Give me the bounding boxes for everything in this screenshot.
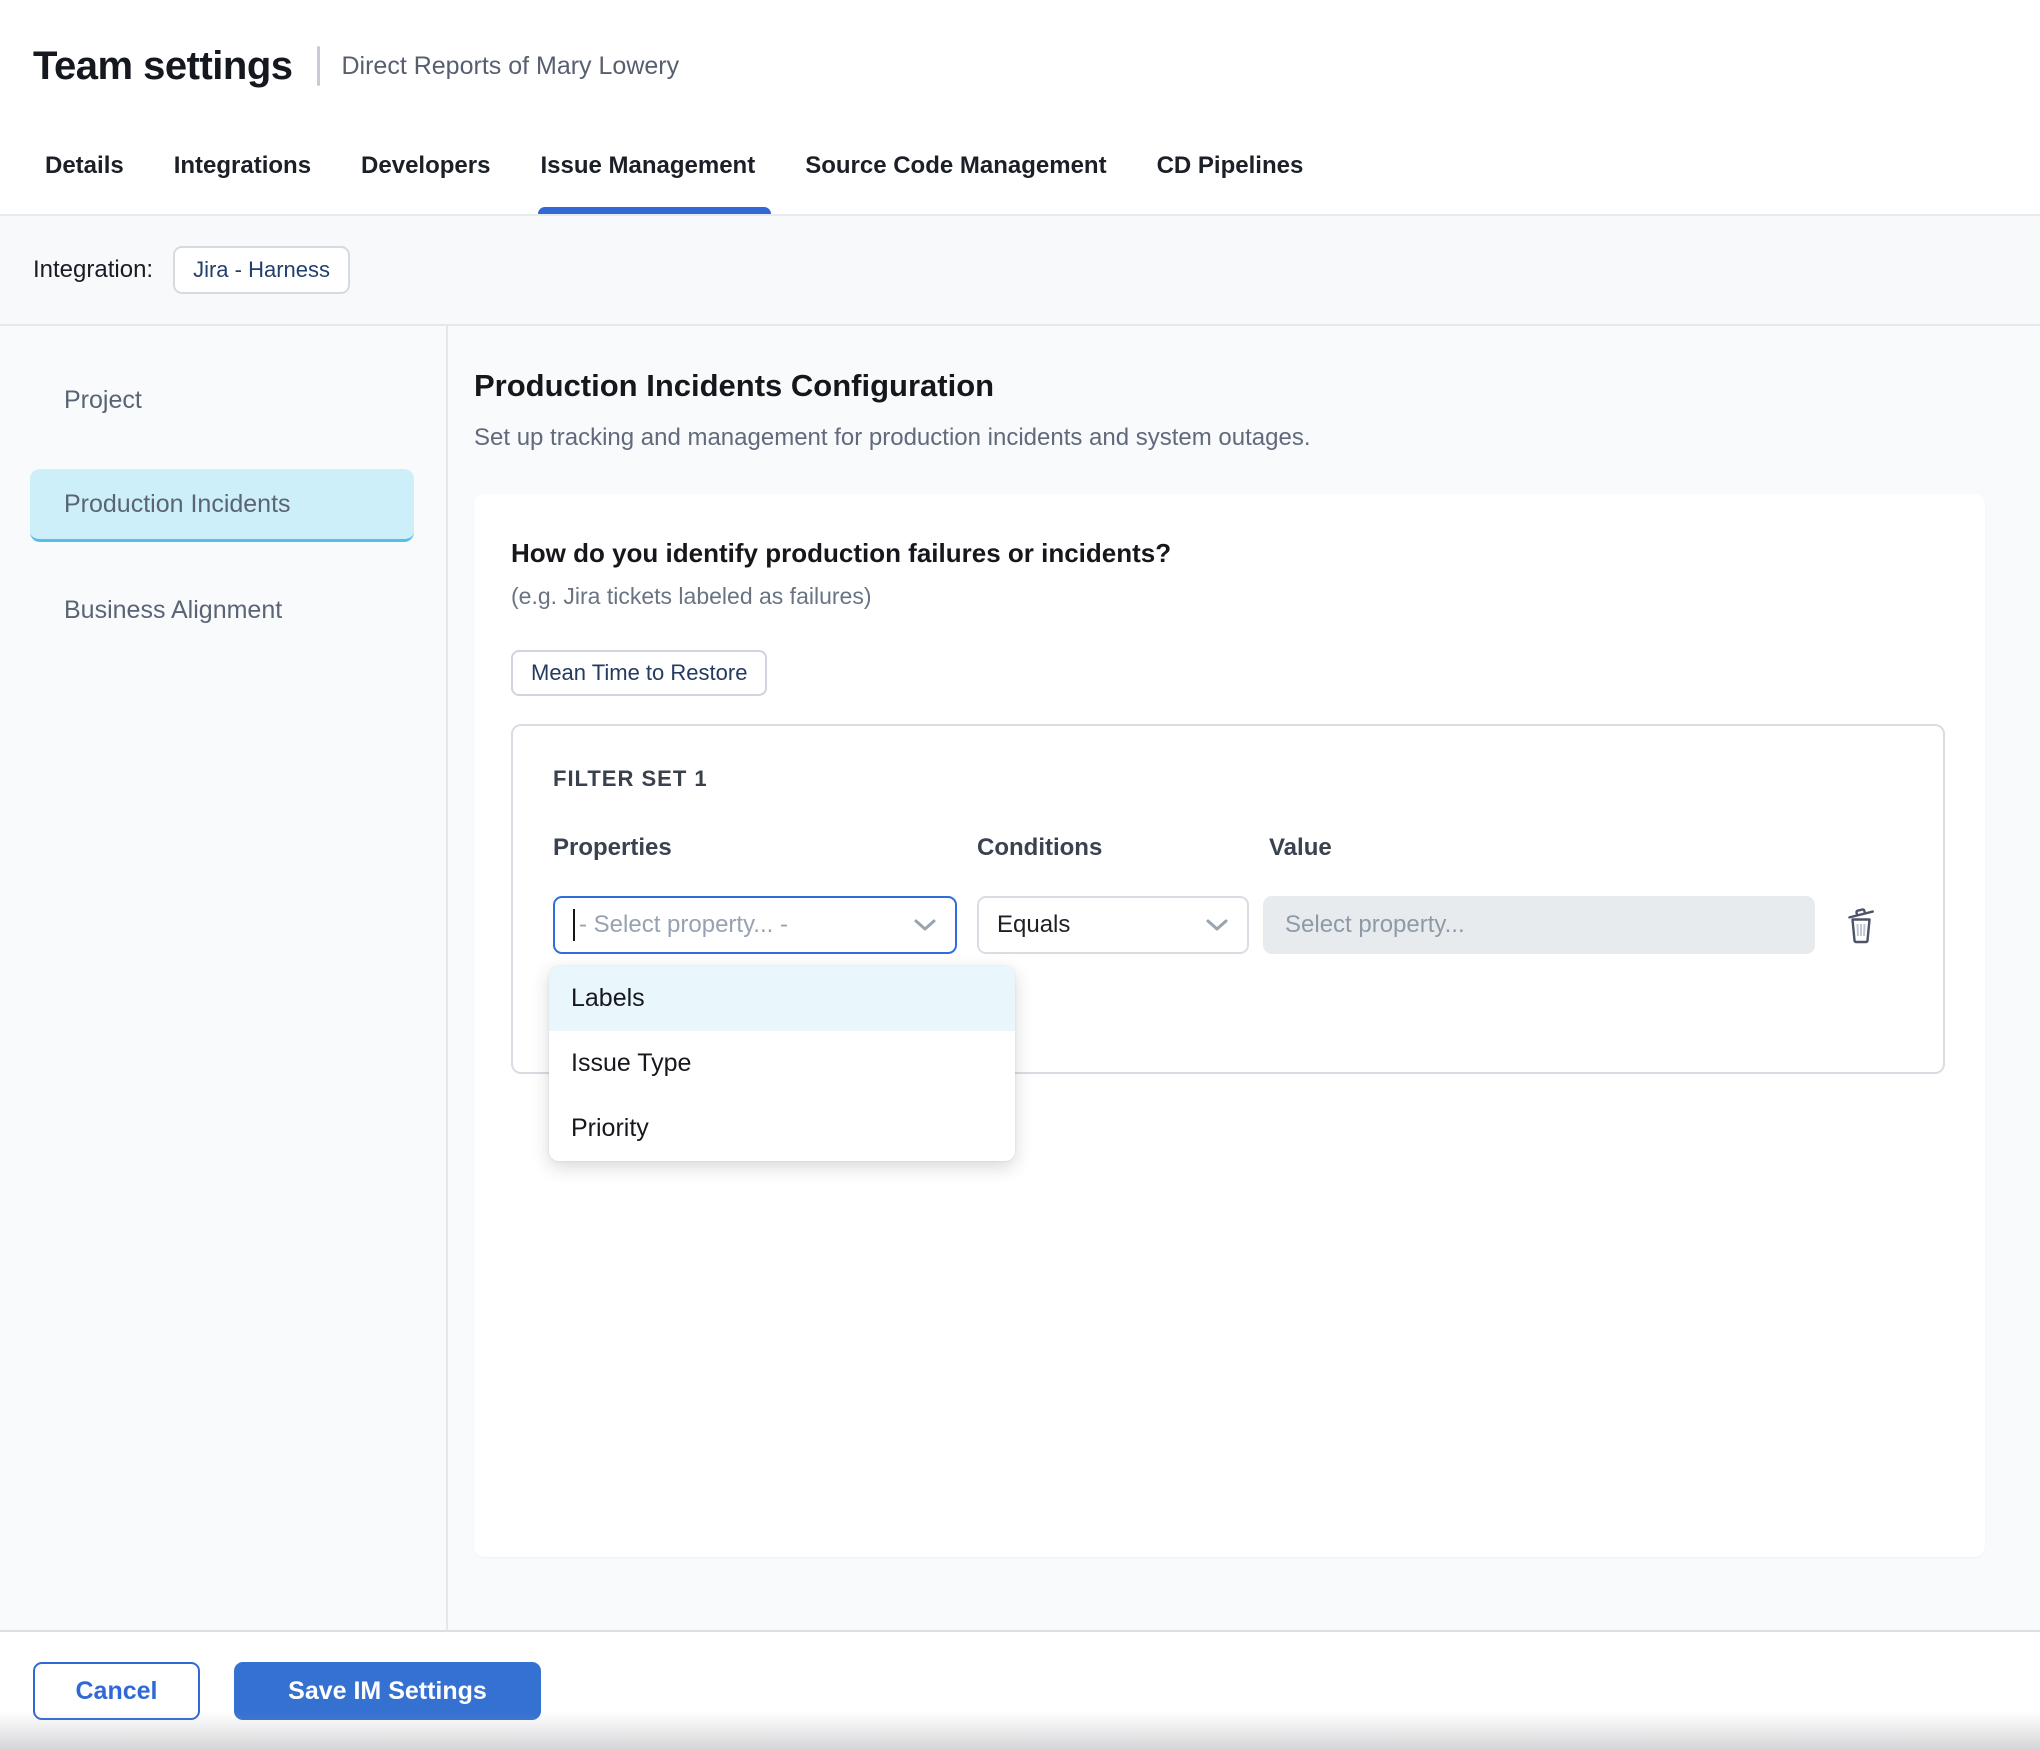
property-select-placeholder: - Select property... - xyxy=(579,911,788,939)
filter-set-card: FILTER SET 1 Properties - Select propert… xyxy=(511,724,1945,1074)
tab-details[interactable]: Details xyxy=(45,118,124,214)
tab-cd-pipelines[interactable]: CD Pipelines xyxy=(1157,118,1304,214)
conditions-column-label: Conditions xyxy=(977,834,1249,862)
value-input[interactable]: Select property... xyxy=(1263,896,1815,954)
sidebar-item-production-incidents[interactable]: Production Incidents xyxy=(30,469,414,542)
integration-badge[interactable]: Jira - Harness xyxy=(173,246,350,294)
sidebar-item-label: Project xyxy=(64,386,142,415)
integration-label: Integration: xyxy=(33,256,153,284)
value-column: Value Select property... xyxy=(1269,834,1815,954)
tab-integrations[interactable]: Integrations xyxy=(174,118,311,214)
condition-select-value: Equals xyxy=(997,911,1070,939)
title-divider xyxy=(317,46,320,86)
question-hint: (e.g. Jira tickets labeled as failures) xyxy=(511,583,1945,610)
content-body: Project Production Incidents Business Al… xyxy=(0,326,2040,1630)
config-card: How do you identify production failures … xyxy=(474,494,1985,1557)
dropdown-option-issue-type[interactable]: Issue Type xyxy=(549,1031,1015,1096)
page-header: Team settings Direct Reports of Mary Low… xyxy=(0,0,2040,118)
conditions-column: Conditions Equals xyxy=(977,834,1249,954)
properties-column-label: Properties xyxy=(553,834,957,862)
save-im-settings-button[interactable]: Save IM Settings xyxy=(234,1662,541,1720)
trash-icon xyxy=(1843,905,1879,945)
section-title: Production Incidents Configuration xyxy=(474,368,1985,404)
filter-row: Properties - Select property... - xyxy=(553,834,1903,954)
value-input-placeholder: Select property... xyxy=(1285,911,1465,939)
property-select[interactable]: - Select property... - xyxy=(553,896,957,954)
sidebar: Project Production Incidents Business Al… xyxy=(0,326,446,1630)
section-subtitle: Set up tracking and management for produ… xyxy=(474,424,1985,452)
tab-source-code-management[interactable]: Source Code Management xyxy=(805,118,1106,214)
sidebar-item-project[interactable]: Project xyxy=(30,364,414,437)
page-subtitle: Direct Reports of Mary Lowery xyxy=(342,52,680,81)
value-column-label: Value xyxy=(1269,834,1815,862)
question-title: How do you identify production failures … xyxy=(511,538,1945,569)
dropdown-option-labels[interactable]: Labels xyxy=(549,966,1015,1031)
footer-bar: Cancel Save IM Settings xyxy=(0,1630,2040,1750)
properties-column: Properties - Select property... - xyxy=(553,834,957,954)
delete-filter-button[interactable] xyxy=(1843,896,1879,954)
tab-developers[interactable]: Developers xyxy=(361,118,490,214)
text-caret xyxy=(573,909,575,941)
tab-bar: Details Integrations Developers Issue Ma… xyxy=(0,118,2040,216)
dropdown-option-priority[interactable]: Priority xyxy=(549,1096,1015,1161)
mean-time-to-restore-chip[interactable]: Mean Time to Restore xyxy=(511,650,767,696)
integration-bar: Integration: Jira - Harness xyxy=(0,216,2040,326)
filter-set-title: FILTER SET 1 xyxy=(553,766,1903,792)
property-dropdown: Labels Issue Type Priority xyxy=(549,966,1015,1161)
sidebar-item-label: Production Incidents xyxy=(64,490,291,519)
sidebar-item-label: Business Alignment xyxy=(64,596,282,625)
chevron-down-icon xyxy=(1205,918,1229,932)
cancel-button[interactable]: Cancel xyxy=(33,1662,200,1720)
tab-issue-management[interactable]: Issue Management xyxy=(540,118,755,214)
sidebar-item-business-alignment[interactable]: Business Alignment xyxy=(30,574,414,647)
condition-select[interactable]: Equals xyxy=(977,896,1249,954)
page-title: Team settings xyxy=(33,44,293,89)
main-panel: Production Incidents Configuration Set u… xyxy=(446,326,2040,1630)
chevron-down-icon xyxy=(913,918,937,932)
